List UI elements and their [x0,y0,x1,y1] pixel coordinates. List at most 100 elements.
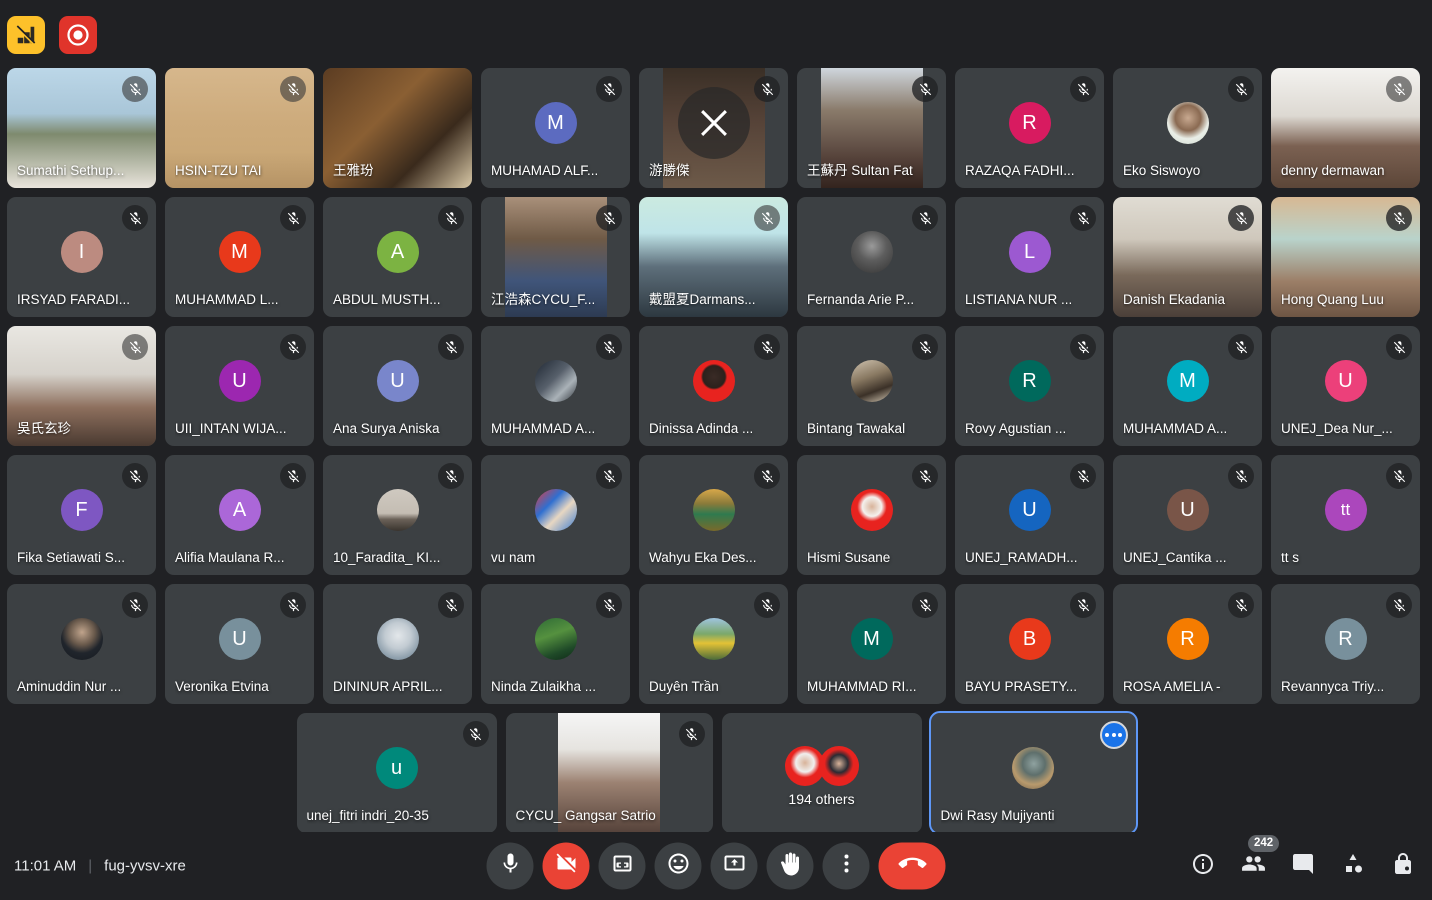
participant-tile[interactable]: Wahyu Eka Des... [639,455,788,575]
more-options-button[interactable] [822,842,870,890]
recording-icon[interactable] [59,16,97,54]
participant-tile[interactable]: Fernanda Arie P... [797,197,946,317]
mic-off-icon [754,463,780,489]
participant-tile[interactable]: M MUHAMMAD L... [165,197,314,317]
participant-name: RAZAQA FADHI... [965,163,1075,178]
captions-button[interactable] [598,842,646,890]
participant-name: Duyên Trần [649,679,719,694]
participant-tile[interactable]: A Alifia Maulana R... [165,455,314,575]
people-button[interactable]: 242 [1240,835,1280,879]
participant-tile[interactable]: 王雅玢 [323,68,472,188]
participant-tile[interactable]: U Veronika Etvina [165,584,314,704]
participant-tile[interactable]: 江浩森CYCU_F... [481,197,630,317]
chat-button[interactable] [1290,853,1316,879]
right-controls: 242 [1190,835,1416,881]
avatar [1166,102,1209,145]
participant-tile[interactable]: R ROSA AMELIA - [1113,584,1262,704]
participant-tile[interactable]: Sumathi Sethup... [7,68,156,188]
mic-off-icon [122,205,148,231]
participant-tile[interactable]: denny dermawan [1271,68,1420,188]
meeting-code[interactable]: fug-yvsv-xre [104,858,186,875]
participant-tile[interactable]: Duyên Trần [639,584,788,704]
participant-tile[interactable]: B BAYU PRASETY... [955,584,1104,704]
participant-tile[interactable]: R Revannyca Triy... [1271,584,1420,704]
participant-tile[interactable]: U UNEJ_Dea Nur_... [1271,326,1420,446]
participant-tile[interactable]: 王蘇丹 Sultan Fat [797,68,946,188]
participant-tile[interactable]: M MUHAMMAD RI... [797,584,946,704]
unstable-network-icon[interactable] [7,16,45,54]
present-now-button[interactable] [710,842,758,890]
participant-tile[interactable]: F Fika Setiawati S... [7,455,156,575]
participant-tile[interactable]: I IRSYAD FARADI... [7,197,156,317]
participant-tile[interactable]: Dinissa Adinda ... [639,326,788,446]
participant-name: HSIN-TZU TAI [175,163,262,178]
avatar: A [376,231,419,274]
microphone-button[interactable] [486,842,534,890]
participant-tile[interactable]: vu nam [481,455,630,575]
participant-tile[interactable]: R Rovy Agustian ... [955,326,1104,446]
mic-off-icon [912,592,938,618]
participant-tile[interactable]: 戴盟夏Darmans... [639,197,788,317]
meeting-details-button[interactable] [1190,853,1216,879]
participant-name: Eko Siswoyo [1123,163,1201,178]
participant-name: ABDUL MUSTH... [333,292,441,307]
participant-tile[interactable]: Ninda Zulaikha ... [481,584,630,704]
participant-tile[interactable]: 吳氏玄珍 [7,326,156,446]
raise-hand-button[interactable] [766,842,814,890]
host-controls-button[interactable] [1390,852,1416,881]
participant-tile[interactable]: Bintang Tawakal [797,326,946,446]
participant-name: Dinissa Adinda ... [649,421,754,436]
participant-tile[interactable]: U Ana Surya Aniska [323,326,472,446]
participant-tile[interactable]: L LISTIANA NUR ... [955,197,1104,317]
participant-tile[interactable]: Danish Ekadania [1113,197,1262,317]
participant-tile[interactable]: 游勝傑 [639,68,788,188]
reactions-button[interactable] [654,842,702,890]
participant-tile[interactable]: M MUHAMMAD A... [1113,326,1262,446]
participant-tile[interactable]: Dwi Rasy Mujiyanti [928,711,1138,835]
participant-name: Hong Quang Luu [1281,292,1384,307]
participant-tile[interactable]: 10_Faradita_ KI... [323,455,472,575]
avatar: U [1166,489,1209,532]
participant-tile[interactable]: 194 others [721,713,922,833]
participant-tile[interactable]: CYCU_ Gangsar Satrio [505,713,713,833]
activities-button[interactable] [1340,853,1366,879]
participant-tile[interactable]: Hong Quang Luu [1271,197,1420,317]
participant-tile[interactable]: Aminuddin Nur ... [7,584,156,704]
tile-row: I IRSYAD FARADI... M MUHAMMAD L... A ABDUL MU… [0,197,1432,317]
participant-tile[interactable]: U UNEJ_Cantika ... [1113,455,1262,575]
avatar: U [376,360,419,403]
avatar: tt [1324,489,1367,532]
participant-name: Ninda Zulaikha ... [491,679,597,694]
mic-off-icon [1386,463,1412,489]
participant-tile[interactable]: Eko Siswoyo [1113,68,1262,188]
others-avatars [784,745,859,786]
mic-off-icon [280,334,306,360]
participant-tile[interactable]: U UNEJ_RAMADH... [955,455,1104,575]
participant-tile[interactable]: U UII_INTAN WIJA... [165,326,314,446]
leave-call-button[interactable] [878,842,946,890]
avatar [376,489,419,532]
avatar [534,489,577,532]
participant-tile[interactable]: DININUR APRIL... [323,584,472,704]
participant-name: UNEJ_RAMADH... [965,550,1078,565]
participant-tile[interactable]: A ABDUL MUSTH... [323,197,472,317]
participant-tile[interactable]: u unej_fitri indri_20-35 [296,713,497,833]
participant-name: UNEJ_Cantika ... [1123,550,1227,565]
participant-tile[interactable]: HSIN-TZU TAI [165,68,314,188]
mic-off-icon [1228,334,1254,360]
camera-button[interactable] [542,842,590,890]
mic-off-icon [438,592,464,618]
avatar: U [1324,360,1367,403]
avatar: L [1008,231,1051,274]
avatar [850,360,893,403]
mic-off-icon [596,205,622,231]
participant-tile[interactable]: MUHAMMAD A... [481,326,630,446]
participant-tile[interactable]: R RAZAQA FADHI... [955,68,1104,188]
tile-more-options-button[interactable] [1099,721,1128,749]
lock-icon [1391,852,1415,881]
participant-tile[interactable]: tt tt s [1271,455,1420,575]
avatar [534,360,577,403]
present-screen-icon [722,852,746,881]
participant-tile[interactable]: Hismi Susane [797,455,946,575]
participant-tile[interactable]: M MUHAMAD ALF... [481,68,630,188]
